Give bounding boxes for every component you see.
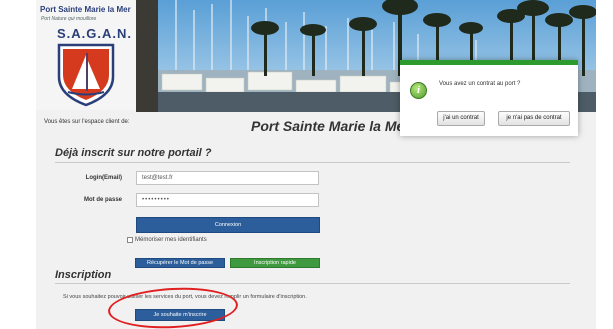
quick-signup-button[interactable]: Inscription rapide [230,258,320,268]
password-label: Mot de passe [83,197,122,203]
no-contract-button[interactable]: je n'ai pas de contrat [498,111,570,126]
logo-port-name: Port Sainte Marie la Mer [40,5,131,14]
client-portal-page: Port Sainte Marie la Mer Port Nature qui… [36,0,596,329]
has-contract-button[interactable]: j'ai un contrat [437,111,485,126]
section-divider [55,162,570,163]
red-annotation-circle [107,284,239,329]
remember-checkbox[interactable] [127,237,133,243]
logo-sagan: S.A.G.A.N. [57,26,133,41]
port-title: Port Sainte Marie la Me [251,118,405,134]
popup-question: Vous avez un contrat au port ? [439,81,521,87]
client-space-text: Vous êtes sur l'espace client de: [44,119,130,125]
password-input[interactable]: ••••••••• [136,193,319,207]
recover-password-button[interactable]: Récupérer le Mot de passe [135,258,225,268]
login-label: Login(Email) [85,175,122,181]
login-email-input[interactable]: test@test.fr [136,171,319,185]
contract-popup: i Vous avez un contrat au port ? j'ai un… [400,60,578,136]
remember-label: Mémoriser mes identifiants [135,237,207,243]
connexion-button[interactable]: Connexion [136,217,320,233]
login-section-title: Déjà inscrit sur notre portail ? [55,147,212,159]
section-divider [55,283,570,284]
inscription-section-title: Inscription [55,269,112,281]
logo-motto: Port Nature qui mouillore [41,16,97,22]
sailboat-shield-icon [57,43,115,107]
info-question-icon: i [410,82,427,99]
sagan-logo: Port Sainte Marie la Mer Port Nature qui… [36,0,136,110]
